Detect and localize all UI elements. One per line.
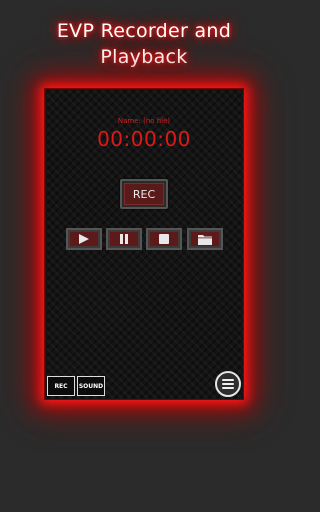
app-screen: Name: (no file) 00:00:00 REC REC SOUND xyxy=(44,88,244,400)
folder-icon xyxy=(198,234,212,245)
play-button[interactable] xyxy=(66,228,102,250)
hamburger-menu-icon xyxy=(222,379,234,389)
promo-title-line-2: Playback xyxy=(100,46,188,68)
pause-button[interactable] xyxy=(106,228,142,250)
sound-tab-button[interactable]: SOUND xyxy=(77,376,105,396)
pause-icon xyxy=(120,234,128,244)
promo-title-line-1: EVP Recorder and xyxy=(56,20,232,42)
open-file-button[interactable] xyxy=(187,228,223,250)
play-icon xyxy=(79,234,89,244)
record-button-label: REC xyxy=(124,183,164,205)
stop-icon xyxy=(159,234,169,244)
promo-title: EVP Recorder and Playback xyxy=(0,18,288,70)
file-name-label: Name: (no file) xyxy=(117,117,171,125)
recording-timer: 00:00:00 xyxy=(97,127,191,151)
rec-tab-button[interactable]: REC xyxy=(47,376,75,396)
menu-button[interactable] xyxy=(215,371,241,397)
record-button[interactable]: REC xyxy=(120,179,168,209)
stop-button[interactable] xyxy=(146,228,182,250)
